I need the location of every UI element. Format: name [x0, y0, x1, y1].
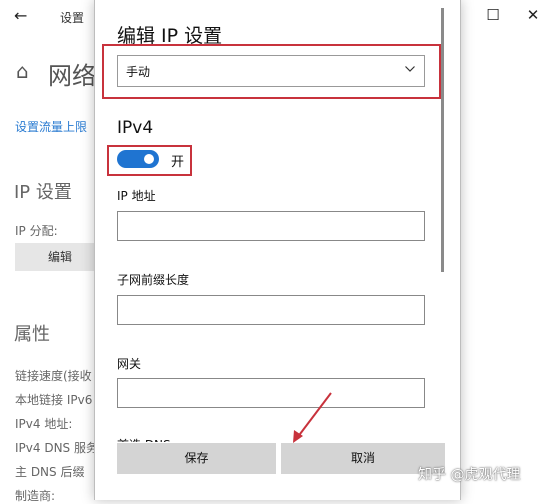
property-label: 主 DNS 后缀 — [15, 465, 85, 479]
save-button[interactable]: 保存 — [117, 443, 276, 474]
scrollbar[interactable] — [441, 8, 444, 272]
subnet-prefix-label: 子网前缀长度 — [117, 273, 190, 287]
annotation-arrow-icon — [293, 392, 332, 443]
property-label: 制造商: — [15, 489, 56, 503]
property-label: IPv4 地址: — [15, 417, 73, 431]
property-label: 链接速度(接收 — [15, 369, 92, 383]
ip-address-input[interactable] — [117, 211, 425, 241]
ipv4-toggle[interactable] — [117, 150, 159, 168]
maximize-icon[interactable]: ☐ — [485, 6, 501, 24]
close-icon[interactable]: ✕ — [525, 6, 541, 24]
properties-heading: 属性 — [14, 324, 50, 345]
property-label: 本地链接 IPv6 — [15, 393, 93, 407]
ip-mode-value: 手动 — [126, 65, 151, 79]
gateway-label: 网关 — [117, 357, 142, 371]
home-icon[interactable]: ⌂ — [16, 59, 29, 83]
ip-settings-heading: IP 设置 — [14, 182, 72, 203]
watermark: 知乎 @虎观代理 — [418, 467, 521, 483]
edit-button[interactable]: 编辑 — [15, 243, 105, 271]
page-heading: 网络 — [48, 62, 96, 90]
dialog-footer: 保存 取消 — [95, 442, 460, 500]
ipv4-heading: IPv4 — [117, 118, 154, 138]
ip-assign-label: IP 分配: — [15, 224, 58, 238]
chevron-down-icon — [405, 66, 415, 72]
data-limit-link[interactable]: 设置流量上限 — [15, 118, 87, 135]
toggle-knob — [144, 154, 154, 164]
gateway-input[interactable] — [117, 378, 425, 408]
property-label: IPv4 DNS 服务 — [15, 441, 98, 455]
edit-ip-dialog: 编辑 IP 设置 手动 IPv4 开 IP 地址 子网前缀长度 网关 首选 DN… — [94, 0, 461, 500]
ip-mode-select[interactable]: 手动 — [117, 55, 425, 87]
subnet-prefix-input[interactable] — [117, 295, 425, 325]
ip-address-label: IP 地址 — [117, 189, 156, 203]
window-title: 设置 — [60, 11, 85, 25]
toggle-label: 开 — [171, 155, 185, 170]
back-arrow-icon[interactable]: ← — [14, 6, 27, 25]
